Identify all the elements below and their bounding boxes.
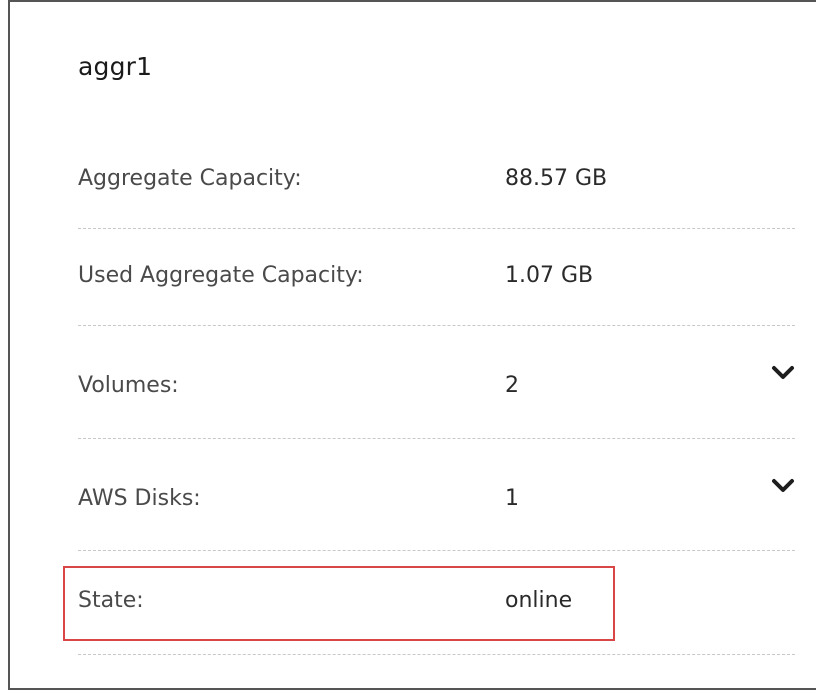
used-aggregate-capacity-row: Used Aggregate Capacity: 1.07 GB <box>78 263 795 293</box>
used-aggregate-capacity-value: 1.07 GB <box>505 263 594 288</box>
aws-disks-row[interactable]: AWS Disks: 1 <box>78 479 795 516</box>
row-divider <box>78 228 795 229</box>
volumes-value: 2 <box>505 373 519 398</box>
state-highlight-box <box>63 566 615 641</box>
volumes-label: Volumes: <box>78 373 179 398</box>
volumes-row[interactable]: Volumes: 2 <box>78 366 795 403</box>
row-divider <box>78 438 795 439</box>
row-divider <box>78 654 795 655</box>
aggregate-capacity-value: 88.57 GB <box>505 166 608 191</box>
used-aggregate-capacity-label: Used Aggregate Capacity: <box>78 263 364 288</box>
aggregate-capacity-label: Aggregate Capacity: <box>78 166 302 191</box>
chevron-down-icon[interactable] <box>771 476 795 496</box>
aggregate-capacity-row: Aggregate Capacity: 88.57 GB <box>78 166 795 196</box>
aws-disks-value: 1 <box>505 486 519 511</box>
aggregate-name-title: aggr1 <box>78 52 153 81</box>
chevron-down-icon[interactable] <box>771 363 795 383</box>
row-divider <box>78 550 795 551</box>
aws-disks-label: AWS Disks: <box>78 486 201 511</box>
row-divider <box>78 325 795 326</box>
